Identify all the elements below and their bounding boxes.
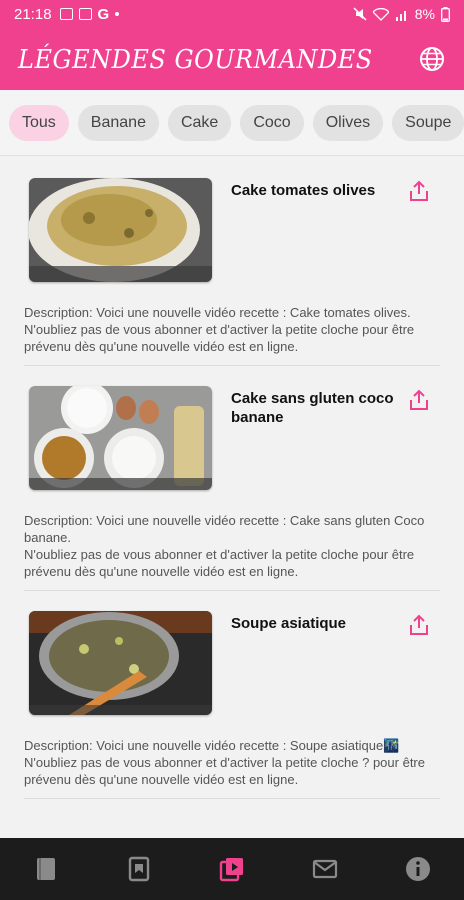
asian-soup-image — [29, 611, 212, 715]
video-title: Cake sans gluten coco banane — [231, 390, 394, 426]
wifi-icon — [372, 7, 389, 21]
more-notifications-icon — [115, 12, 120, 16]
gallery-icon — [59, 8, 73, 20]
video-card[interactable]: Cake sans gluten coco banane Description… — [24, 366, 440, 591]
cake-batter-image — [29, 178, 212, 282]
video-title: Cake tomates olives — [231, 182, 376, 199]
battery-icon — [441, 6, 450, 22]
description-line: Description: Voici une nouvelle vidéo re… — [24, 513, 425, 545]
chip-olives[interactable]: Olives — [312, 104, 384, 141]
chip-cake[interactable]: Cake — [167, 104, 232, 141]
nav-mail[interactable] — [302, 846, 348, 892]
video-thumbnail[interactable] — [29, 611, 212, 715]
category-chips: Tous Banane Cake Coco Olives Soupe — [0, 90, 464, 156]
description-line: N'oubliez pas de vous abonner et d'activ… — [24, 755, 425, 787]
video-title: Soupe asiatique — [231, 615, 347, 632]
language-globe-icon[interactable] — [418, 45, 446, 73]
video-description: Description: Voici une nouvelle vidéo re… — [24, 305, 415, 354]
chip-tous[interactable]: Tous — [9, 104, 69, 141]
video-icon — [219, 858, 243, 882]
nav-book[interactable] — [23, 846, 69, 892]
signal-icon — [395, 10, 406, 21]
video-list: Cake tomates olives Description: Voici u… — [0, 157, 464, 838]
description-line: Description: Voici une nouvelle vidéo re… — [24, 738, 400, 753]
app-bar: LÉGENDES GOURMANDES — [0, 28, 464, 90]
chip-coco[interactable]: Coco — [240, 104, 304, 141]
google-icon: G — [97, 5, 110, 23]
video-description: Description: Voici une nouvelle vidéo re… — [24, 737, 440, 798]
mail-icon — [312, 859, 337, 879]
share-icon[interactable] — [408, 614, 430, 636]
nav-info[interactable] — [395, 846, 441, 892]
share-icon[interactable] — [408, 180, 430, 202]
bottom-nav — [0, 838, 464, 900]
chip-soupe[interactable]: Soupe — [392, 104, 464, 141]
app-title: LÉGENDES GOURMANDES — [18, 43, 373, 75]
share-icon[interactable] — [408, 389, 430, 411]
mail-notification-icon — [78, 8, 92, 20]
video-card[interactable]: Cake tomates olives Description: Voici u… — [24, 157, 440, 366]
nav-videos[interactable] — [209, 846, 255, 892]
video-description: Description: Voici une nouvelle vidéo re… — [24, 512, 440, 590]
notification-icons: G — [59, 5, 120, 23]
video-thumbnail[interactable] — [29, 178, 212, 282]
status-bar: 21:18 G 8% — [0, 0, 464, 28]
nav-bookmark[interactable] — [116, 846, 162, 892]
bookmark-icon — [128, 856, 150, 882]
video-thumbnail[interactable] — [29, 386, 212, 490]
chip-banane[interactable]: Banane — [77, 104, 159, 141]
description-line: N'oubliez pas de vous abonner et d'activ… — [24, 547, 415, 579]
info-icon — [405, 857, 430, 881]
book-icon — [37, 858, 56, 880]
mute-icon — [353, 7, 367, 21]
ingredients-image — [29, 386, 212, 490]
status-time: 21:18 — [14, 5, 52, 23]
battery-percent: 8% — [414, 6, 435, 22]
system-icons: 8% — [353, 6, 450, 22]
video-card[interactable]: Soupe asiatique Description: Voici une n… — [24, 591, 440, 799]
